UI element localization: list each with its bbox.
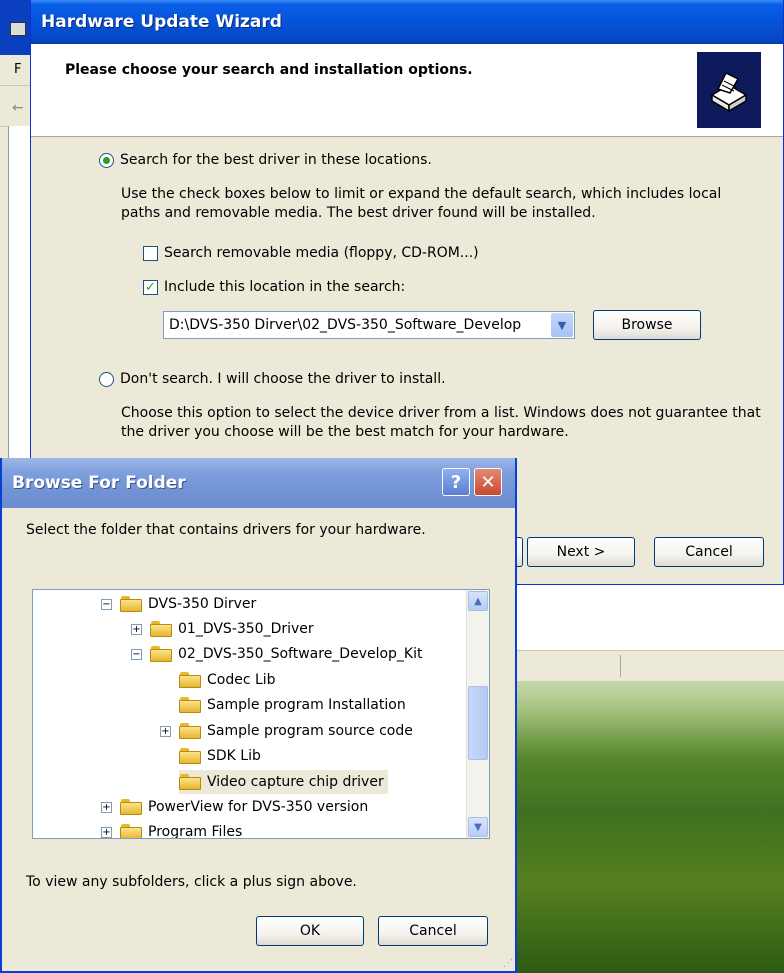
include-location-option[interactable]: ✓ Include this location in the search: [143, 279, 405, 295]
folder-icon [120, 596, 142, 612]
background-list-area [516, 590, 784, 650]
wizard-header-title: Please choose your search and installati… [65, 62, 473, 78]
removable-media-option[interactable]: Search removable media (floppy, CD-ROM..… [143, 245, 479, 261]
dont-search-option[interactable]: Don't search. I will choose the driver t… [99, 371, 446, 387]
collapse-icon[interactable]: − [101, 598, 112, 610]
folder-icon [179, 697, 201, 713]
tree-item[interactable]: + Program Files [101, 820, 243, 839]
collapse-icon[interactable]: − [131, 648, 142, 660]
folder-icon [120, 824, 142, 838]
tree-scrollbar[interactable]: ▲ ▼ [466, 590, 489, 838]
background-status-bar [516, 650, 784, 681]
removable-media-label: Search removable media (floppy, CD-ROM..… [164, 245, 479, 261]
scroll-up-icon[interactable]: ▲ [468, 591, 488, 611]
search-option-label: Search for the best driver in these loca… [120, 152, 432, 168]
cancel-button[interactable]: Cancel [654, 537, 764, 567]
tree-item-label: Codec Lib [207, 672, 276, 688]
tree-item-label: Program Files [148, 824, 243, 839]
tree-item-label: Sample program source code [207, 723, 413, 739]
location-path-value[interactable]: D:\DVS-350 Dirver\02_DVS-350_Software_De… [169, 317, 549, 333]
search-option-description: Use the check boxes below to limit or ex… [121, 186, 722, 221]
folder-icon [120, 799, 142, 815]
tree-item-label: Sample program Installation [207, 697, 406, 713]
tree-item[interactable]: − 02_DVS-350_Software_Develop_Kit [131, 642, 423, 666]
next-button[interactable]: Next > [527, 537, 635, 567]
scrollbar-thumb[interactable] [468, 686, 488, 760]
dont-search-option-description: Choose this option to select the device … [121, 405, 761, 440]
tree-item[interactable]: Sample program Installation [179, 693, 406, 717]
tree-item[interactable]: + PowerView for DVS-350 version [101, 795, 368, 819]
tree-item-selected[interactable]: Video capture chip driver [179, 770, 388, 794]
browse-instruction: Select the folder that contains drivers … [26, 522, 426, 538]
tree-item-label: Video capture chip driver [207, 774, 384, 790]
browse-cancel-button[interactable]: Cancel [378, 916, 488, 946]
folder-icon [179, 748, 201, 764]
wizard-titlebar[interactable]: Hardware Update Wizard [31, 0, 783, 44]
folder-icon [150, 621, 172, 637]
folder-tree[interactable]: − DVS-350 Dirver + 01_DVS-350_Driver − 0… [32, 589, 490, 839]
help-icon[interactable]: ? [442, 468, 470, 496]
browse-title: Browse For Folder [12, 473, 186, 493]
tree-item-label: DVS-350 Dirver [148, 596, 257, 612]
tree-item-label: 02_DVS-350_Software_Develop_Kit [178, 646, 423, 662]
tree-item-label: PowerView for DVS-350 version [148, 799, 369, 815]
include-location-label: Include this location in the search: [164, 279, 406, 295]
browse-for-folder-dialog: Browse For Folder ? ✕ Select the folder … [0, 458, 517, 973]
background-menu-item[interactable]: F [14, 62, 21, 77]
browse-titlebar[interactable]: Browse For Folder ? ✕ [2, 458, 515, 508]
resize-grip-icon[interactable]: ⋰ [503, 958, 513, 969]
back-arrow-icon[interactable]: ← [12, 100, 24, 116]
close-icon[interactable]: ✕ [474, 468, 502, 496]
ok-button[interactable]: OK [256, 916, 364, 946]
dont-search-option-radio[interactable] [99, 371, 114, 387]
tree-item-label: SDK Lib [207, 748, 261, 764]
expand-icon[interactable]: + [101, 826, 112, 838]
tree-item[interactable]: SDK Lib [179, 744, 261, 768]
folder-icon [179, 723, 201, 739]
expand-icon[interactable]: + [160, 725, 171, 737]
computer-icon [10, 22, 26, 36]
wizard-title: Hardware Update Wizard [41, 12, 282, 32]
folder-icon [179, 672, 201, 688]
tree-item[interactable]: Codec Lib [179, 668, 276, 692]
hardware-wizard-icon [697, 52, 761, 128]
removable-media-checkbox[interactable] [143, 245, 158, 261]
dont-search-option-label: Don't search. I will choose the driver t… [120, 371, 446, 387]
scroll-down-icon[interactable]: ▼ [468, 817, 488, 837]
tree-item-label: 01_DVS-350_Driver [178, 621, 314, 637]
folder-icon [179, 774, 201, 790]
include-location-checkbox[interactable]: ✓ [143, 279, 158, 295]
location-path-combobox[interactable]: D:\DVS-350 Dirver\02_DVS-350_Software_De… [163, 311, 575, 339]
expand-icon[interactable]: + [131, 623, 142, 635]
tree-item[interactable]: − DVS-350 Dirver [101, 592, 256, 616]
browse-button[interactable]: Browse [593, 310, 701, 340]
search-option-radio[interactable] [99, 152, 114, 168]
browse-hint: To view any subfolders, click a plus sig… [26, 874, 357, 890]
folder-icon [150, 646, 172, 662]
tree-item[interactable]: + Sample program source code [160, 719, 413, 743]
expand-icon[interactable]: + [101, 801, 112, 813]
chevron-down-icon[interactable]: ▼ [551, 313, 573, 337]
wizard-header: Please choose your search and installati… [31, 44, 783, 137]
search-option[interactable]: Search for the best driver in these loca… [99, 152, 432, 168]
tree-item[interactable]: + 01_DVS-350_Driver [131, 617, 314, 641]
